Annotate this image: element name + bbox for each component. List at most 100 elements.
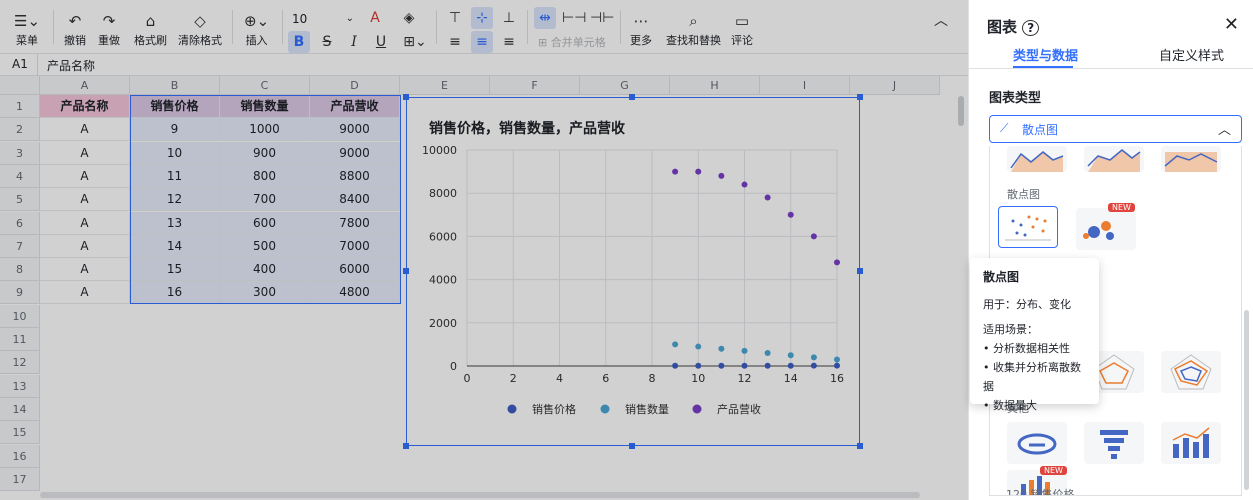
panel-scrollbar[interactable] xyxy=(1244,310,1249,490)
column-header[interactable]: E xyxy=(400,76,490,95)
table-cell[interactable]: A xyxy=(40,258,130,282)
row-header[interactable]: 9 xyxy=(0,281,40,305)
cell-reference[interactable]: A1 xyxy=(12,57,28,71)
row-header[interactable]: 12 xyxy=(0,351,40,375)
table-cell[interactable]: 8400 xyxy=(310,188,400,212)
more-button[interactable]: ⋯ 更多 xyxy=(630,10,652,48)
resize-handle[interactable] xyxy=(857,443,863,449)
table-cell[interactable]: 16 xyxy=(130,281,220,305)
table-cell[interactable]: 900 xyxy=(220,141,310,165)
table-cell[interactable]: 8800 xyxy=(310,164,400,188)
redo-button[interactable]: ↷ 重做 xyxy=(98,10,120,48)
fill-color-icon[interactable]: ◈ xyxy=(398,7,420,29)
table-cell[interactable]: 12 xyxy=(130,188,220,212)
cloud-chart-thumb[interactable] xyxy=(1007,422,1067,464)
table-cell[interactable]: 800 xyxy=(220,164,310,188)
vertical-scrollbar[interactable] xyxy=(958,96,964,126)
table-cell[interactable]: 销售价格 xyxy=(130,95,220,118)
scatter-chart-thumb-selected[interactable] xyxy=(998,206,1058,248)
row-header[interactable]: 11 xyxy=(0,328,40,351)
table-cell[interactable]: 600 xyxy=(220,211,310,235)
table-cell[interactable]: 销售数量 xyxy=(220,95,310,118)
radar-chart-thumb[interactable] xyxy=(1161,351,1221,393)
table-cell[interactable]: 7800 xyxy=(310,211,400,235)
wrap-icon[interactable]: ⇹ xyxy=(534,7,556,29)
row-header[interactable]: 14 xyxy=(0,397,40,421)
table-cell[interactable]: 13 xyxy=(130,211,220,235)
table-cell[interactable]: 10 xyxy=(130,141,220,165)
table-cell[interactable]: 300 xyxy=(220,281,310,305)
align-right-icon[interactable]: ≡ xyxy=(498,31,520,53)
resize-handle[interactable] xyxy=(857,94,863,100)
italic-icon[interactable]: I xyxy=(343,31,365,53)
row-header[interactable]: 2 xyxy=(0,118,40,142)
bubble-chart-thumb[interactable] xyxy=(1076,208,1136,250)
comment-button[interactable]: ▭ 评论 xyxy=(731,10,753,48)
table-cell[interactable]: 11 xyxy=(130,164,220,188)
border-icon[interactable]: ⊞⌄ xyxy=(400,31,430,53)
collapse-toolbar-icon[interactable]: ︿ xyxy=(930,10,952,32)
table-cell[interactable]: 9000 xyxy=(310,141,400,165)
row-header[interactable]: 16 xyxy=(0,444,40,468)
strikethrough-icon[interactable]: S xyxy=(316,31,338,53)
row-header[interactable]: 8 xyxy=(0,258,40,282)
align-top-icon[interactable]: ⊤ xyxy=(444,7,466,29)
close-icon[interactable]: ✕ xyxy=(1224,14,1239,35)
funnel-chart-thumb[interactable] xyxy=(1084,422,1144,464)
table-cell[interactable]: 4800 xyxy=(310,281,400,305)
column-header[interactable]: B xyxy=(130,76,220,95)
table-cell[interactable]: 9 xyxy=(130,118,220,142)
column-header[interactable]: I xyxy=(760,76,850,95)
undo-button[interactable]: ↶ 撤销 xyxy=(64,10,86,48)
combo-chart-thumb[interactable] xyxy=(1161,422,1221,464)
clear-format-button[interactable]: ◇ 清除格式 xyxy=(178,10,222,48)
menu-button[interactable]: ☰⌄ 菜单 xyxy=(14,10,40,48)
table-cell[interactable]: A xyxy=(40,211,130,235)
table-cell[interactable]: 7000 xyxy=(310,234,400,258)
table-cell[interactable]: A xyxy=(40,281,130,305)
bold-icon[interactable]: B xyxy=(288,31,310,53)
row-header[interactable]: 13 xyxy=(0,374,40,398)
font-color-icon[interactable]: A xyxy=(364,7,386,29)
row-header[interactable]: 17 xyxy=(0,467,40,491)
align-middle-icon[interactable]: ⊹ xyxy=(471,7,493,29)
row-header[interactable]: 4 xyxy=(0,164,40,188)
overflow-icon[interactable]: ⊢⊣ xyxy=(562,7,586,29)
font-size-select[interactable]: 10 ⌄ xyxy=(292,9,356,29)
merge-cells-button[interactable]: ⊞ 合并单元格 xyxy=(538,34,606,50)
area-chart-thumb[interactable] xyxy=(1161,146,1221,172)
insert-button[interactable]: ⊕⌄ 插入 xyxy=(244,10,269,48)
resize-handle[interactable] xyxy=(629,443,635,449)
chart-type-select[interactable]: ⟋ 散点图 ︿ xyxy=(989,115,1242,143)
row-header[interactable]: 3 xyxy=(0,141,40,165)
chart-container[interactable]: 销售价格，销售数量，产品营收 0 2 4 6 8 10 12 14 16 0 2000 4000 600… xyxy=(403,94,863,449)
table-cell[interactable]: A xyxy=(40,234,130,258)
tab-type-data[interactable]: 类型与数据 xyxy=(1013,45,1078,64)
align-center-icon[interactable]: ≡ xyxy=(471,31,493,53)
help-icon[interactable]: ? xyxy=(1022,20,1040,36)
table-cell[interactable]: 6000 xyxy=(310,258,400,282)
clip-icon[interactable]: ⊣⊢ xyxy=(590,7,614,29)
formula-input[interactable]: 产品名称 xyxy=(47,57,95,74)
table-cell[interactable]: 500 xyxy=(220,234,310,258)
column-header[interactable]: F xyxy=(490,76,580,95)
table-cell[interactable]: 14 xyxy=(130,234,220,258)
table-cell[interactable]: 15 xyxy=(130,258,220,282)
table-cell[interactable]: 产品营收 xyxy=(310,95,400,118)
resize-handle[interactable] xyxy=(403,443,409,449)
resize-handle[interactable] xyxy=(403,94,409,100)
align-left-icon[interactable]: ≡ xyxy=(444,31,466,53)
tab-custom-style[interactable]: 自定义样式 xyxy=(1159,45,1224,64)
row-header[interactable]: 10 xyxy=(0,304,40,328)
table-cell[interactable]: 1000 xyxy=(220,118,310,142)
table-cell[interactable]: A xyxy=(40,188,130,212)
table-cell[interactable]: 400 xyxy=(220,258,310,282)
table-cell[interactable]: A xyxy=(40,118,130,142)
table-cell[interactable]: 700 xyxy=(220,188,310,212)
column-header[interactable]: J xyxy=(850,76,940,95)
row-header[interactable]: 7 xyxy=(0,234,40,258)
column-header[interactable]: A xyxy=(40,76,130,95)
row-header[interactable]: 15 xyxy=(0,421,40,445)
row-header[interactable]: 5 xyxy=(0,188,40,212)
column-header[interactable]: C xyxy=(220,76,310,95)
